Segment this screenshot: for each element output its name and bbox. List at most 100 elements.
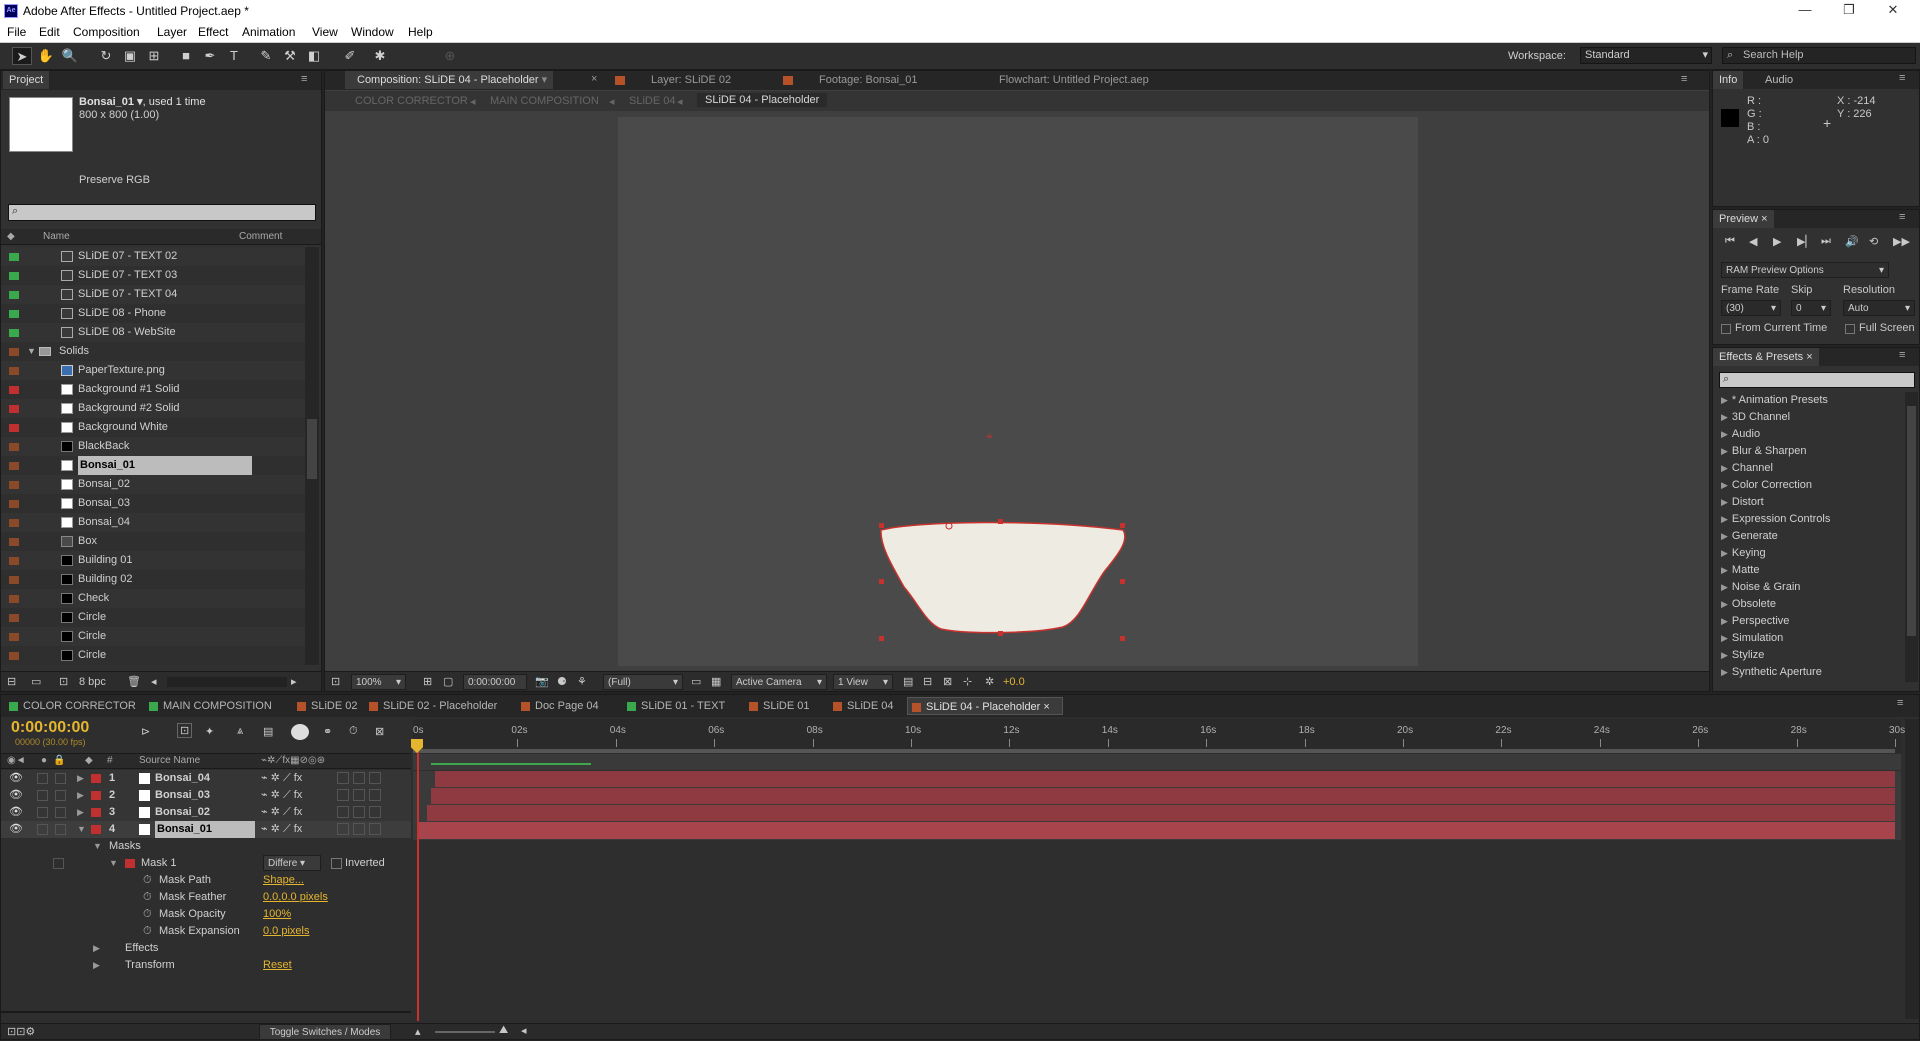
text-tool-icon[interactable]: T [224, 47, 244, 65]
tab-layer-viewer[interactable]: Layer: SLiDE 02 [645, 71, 737, 89]
label-color-swatch[interactable] [91, 825, 101, 834]
label-color-swatch[interactable] [9, 329, 19, 337]
label-color-swatch[interactable] [9, 405, 19, 413]
show-snapshot-icon[interactable]: ⚈ [557, 675, 567, 688]
effects-category-item[interactable]: ▶ Stylize [1721, 647, 1764, 664]
property-row[interactable]: ▼ Mask 1 Differe ▾ Inverted [1, 855, 411, 872]
project-list-item[interactable]: Bonsai_02 [1, 475, 305, 494]
menu-window[interactable]: Window [351, 25, 394, 39]
label-color-swatch[interactable] [9, 633, 19, 641]
mask-color-swatch[interactable] [125, 859, 135, 868]
effects-scrollbar[interactable] [1905, 392, 1918, 682]
frame-rate-dropdown[interactable]: (30) ▾ [1721, 300, 1781, 316]
expand-triangle-icon[interactable]: ▼ [109, 855, 118, 872]
expand-triangle-icon[interactable]: ▶ [93, 957, 100, 974]
menu-help[interactable]: Help [408, 25, 433, 39]
expand-triangle-icon[interactable]: ▼ [27, 342, 36, 361]
visibility-eye-icon[interactable]: 👁 [9, 804, 23, 821]
minimize-button[interactable]: — [1790, 2, 1820, 20]
tab-composition[interactable]: MAIN COMPOSITION [145, 697, 293, 715]
composition-mini-flowchart-icon[interactable]: ⊡ [177, 723, 193, 738]
label-color-swatch[interactable] [9, 595, 19, 603]
tab-composition-viewer[interactable]: Composition: SLiDE 04 - Placeholder ▾ [345, 71, 554, 89]
project-list-item[interactable]: Bonsai_04 [1, 513, 305, 532]
roto-brush-tool-icon[interactable]: ✐ [340, 47, 360, 65]
label-color-swatch[interactable] [91, 791, 101, 800]
timeline-scrollbar[interactable] [1905, 719, 1919, 1019]
layer-switches-icon[interactable]: ⌁ ✲ ⟋ fx [261, 770, 302, 787]
label-tag-icon[interactable]: ◆ [85, 755, 93, 766]
project-list-item[interactable]: ▼ Solids [1, 342, 305, 361]
motion-blur-checkbox[interactable] [337, 772, 349, 784]
expand-triangle-icon[interactable]: ▶ [77, 770, 84, 787]
timeline-timecode[interactable]: 0:00:00:00 [11, 719, 89, 737]
stopwatch-icon[interactable]: ⏱ [143, 889, 152, 906]
bowl-mask-shape[interactable]: ⌖ [618, 117, 1418, 666]
effects-category-item[interactable]: ▶ Channel [1721, 460, 1773, 477]
3d-layer-checkbox[interactable] [369, 789, 381, 801]
label-color-swatch[interactable] [9, 424, 19, 432]
label-color-swatch[interactable] [9, 272, 19, 280]
stopwatch-icon[interactable]: ⏱ [143, 923, 152, 940]
motion-blur-checkbox[interactable] [337, 806, 349, 818]
project-list-item[interactable]: BlackBack [1, 437, 305, 456]
adjustment-checkbox[interactable] [353, 806, 365, 818]
ram-preview-icon[interactable]: ▶▶ [1893, 235, 1910, 248]
3d-layer-checkbox[interactable] [369, 772, 381, 784]
expand-triangle-icon[interactable]: ▼ [93, 838, 102, 855]
project-list-item[interactable]: SLiDE 07 - TEXT 03 [1, 266, 305, 285]
menu-composition[interactable]: Composition [73, 25, 140, 39]
solo-checkbox[interactable] [37, 807, 48, 818]
panel-menu-icon[interactable]: ≡ [1899, 211, 1905, 223]
layer-name[interactable]: Bonsai_01 [155, 821, 255, 838]
rotate-tool-icon[interactable]: ↻ [96, 47, 116, 65]
effects-category-item[interactable]: ▶ Distort [1721, 494, 1764, 511]
timeline-icon[interactable]: ⊠ [943, 675, 952, 688]
resolution-dropdown[interactable]: (Full) ▾ [603, 674, 683, 690]
source-name-header[interactable]: Source Name [139, 755, 200, 766]
label-color-swatch[interactable] [9, 386, 19, 394]
property-row[interactable]: ⏱ Mask Expansion 0.0 pixels [1, 923, 411, 940]
tab-composition[interactable]: SLiDE 01 - TEXT [623, 697, 745, 715]
label-color-swatch[interactable] [9, 576, 19, 584]
project-scrollbar[interactable] [305, 247, 319, 665]
layer-switches-icon[interactable]: ⌁ ✲ ⟋ fx [261, 787, 302, 804]
mask-mode-dropdown[interactable]: Differe ▾ [263, 855, 321, 871]
layer-name[interactable]: Bonsai_04 [155, 770, 210, 787]
auto-keyframe-icon[interactable]: ⏱ [349, 725, 358, 738]
effects-category-item[interactable]: ▶ Obsolete [1721, 596, 1776, 613]
menu-view[interactable]: View [312, 25, 338, 39]
mute-audio-icon[interactable]: 🔊 [1845, 235, 1859, 248]
tab-flowchart[interactable]: Flowchart: Untitled Project.aep [993, 71, 1155, 89]
layer-bar[interactable] [427, 805, 1895, 821]
tab-info[interactable]: Info [1713, 71, 1744, 89]
project-list-item[interactable]: Background #2 Solid [1, 399, 305, 418]
switches-header-icon[interactable]: ⌁✲⟋fx▦⊘◎⊛ [261, 755, 325, 766]
scroll-left-icon[interactable]: ◂ [521, 1024, 527, 1037]
project-list-item[interactable]: SLiDE 08 - WebSite [1, 323, 305, 342]
toggle-pixel-aspect-icon[interactable]: ▤ [903, 675, 913, 688]
effects-search-input[interactable]: ⌕ [1719, 372, 1915, 388]
horizontal-scrollbar[interactable] [167, 677, 287, 687]
lock-checkbox[interactable] [55, 790, 66, 801]
time-ruler[interactable]: 0s 02s 04s 06s 08s 10s 12s 14s 16s 18s 20s 22s 24s 26… [413, 719, 1905, 753]
layer-name[interactable]: Bonsai_02 [155, 804, 210, 821]
brush-tool-icon[interactable]: ✎ [256, 47, 276, 65]
tab-composition[interactable]: SLiDE 04 [829, 697, 907, 715]
project-list-item[interactable]: Box [1, 532, 305, 551]
layer-row[interactable]: 👁 ▶ 1 Bonsai_04 ⌁ ✲ ⟋ fx [1, 770, 411, 787]
solo-icon[interactable]: ● [41, 755, 47, 766]
view-layout-dropdown[interactable]: 1 View ▾ [833, 674, 893, 690]
panel-menu-icon[interactable]: ≡ [1897, 697, 1903, 709]
property-row[interactable]: ⏱ Mask Path Shape... [1, 872, 411, 889]
mask-visibility-icon[interactable]: ▢ [443, 675, 453, 688]
tab-project[interactable]: Project [3, 71, 50, 89]
menu-layer[interactable]: Layer [157, 25, 187, 39]
panel-menu-icon[interactable]: ≡ [301, 73, 307, 85]
bpc-label[interactable]: 8 bpc [79, 676, 106, 688]
from-current-time-checkbox[interactable] [1721, 324, 1731, 334]
stopwatch-icon[interactable]: ⏱ [143, 872, 152, 889]
scroll-left-icon[interactable]: ◂ [151, 675, 157, 688]
project-list-item[interactable]: Circle [1, 608, 305, 627]
layer-bar[interactable] [431, 788, 1895, 804]
